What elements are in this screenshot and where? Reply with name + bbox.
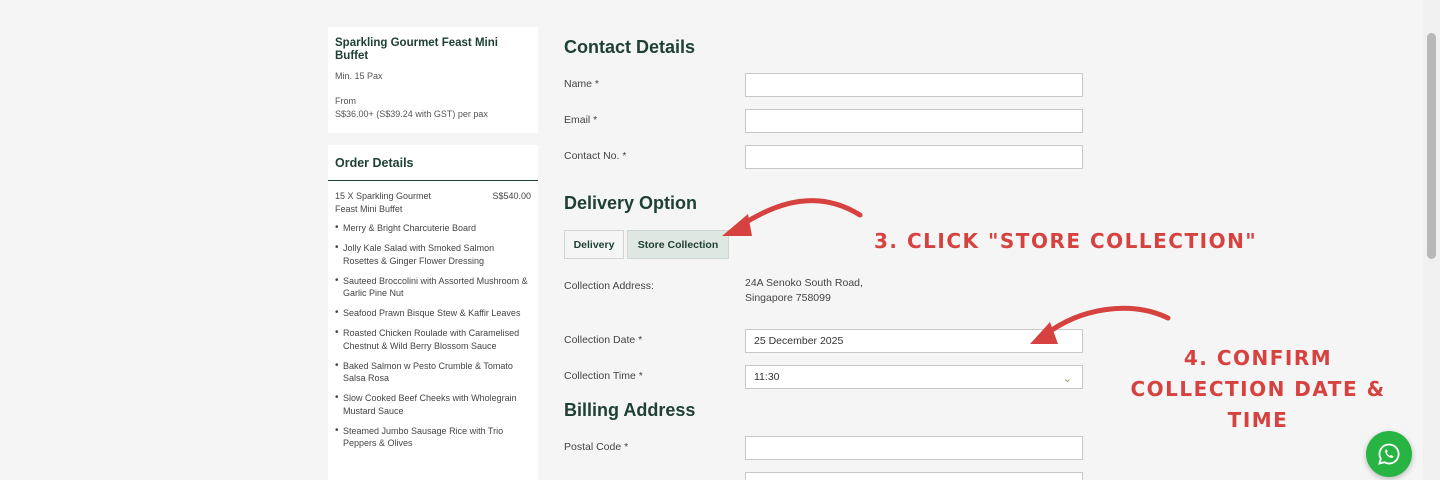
checkout-page: Sparkling Gourmet Feast Mini Buffet Min.… (0, 0, 1440, 480)
annotation-step-4: 4. CONFIRM COLLECTION DATE & TIME (1130, 346, 1386, 432)
arrow-head-store-collection (722, 214, 752, 236)
arrow-to-collection-date (1042, 305, 1171, 338)
annotation-step-3: 3. CLICK "STORE COLLECTION" (874, 229, 1258, 253)
whatsapp-button[interactable] (1366, 431, 1412, 477)
scrollbar-thumb[interactable] (1427, 33, 1436, 259)
arrow-to-store-collection (737, 198, 863, 229)
arrow-head-collection-date (1030, 322, 1058, 344)
whatsapp-icon (1378, 443, 1400, 465)
